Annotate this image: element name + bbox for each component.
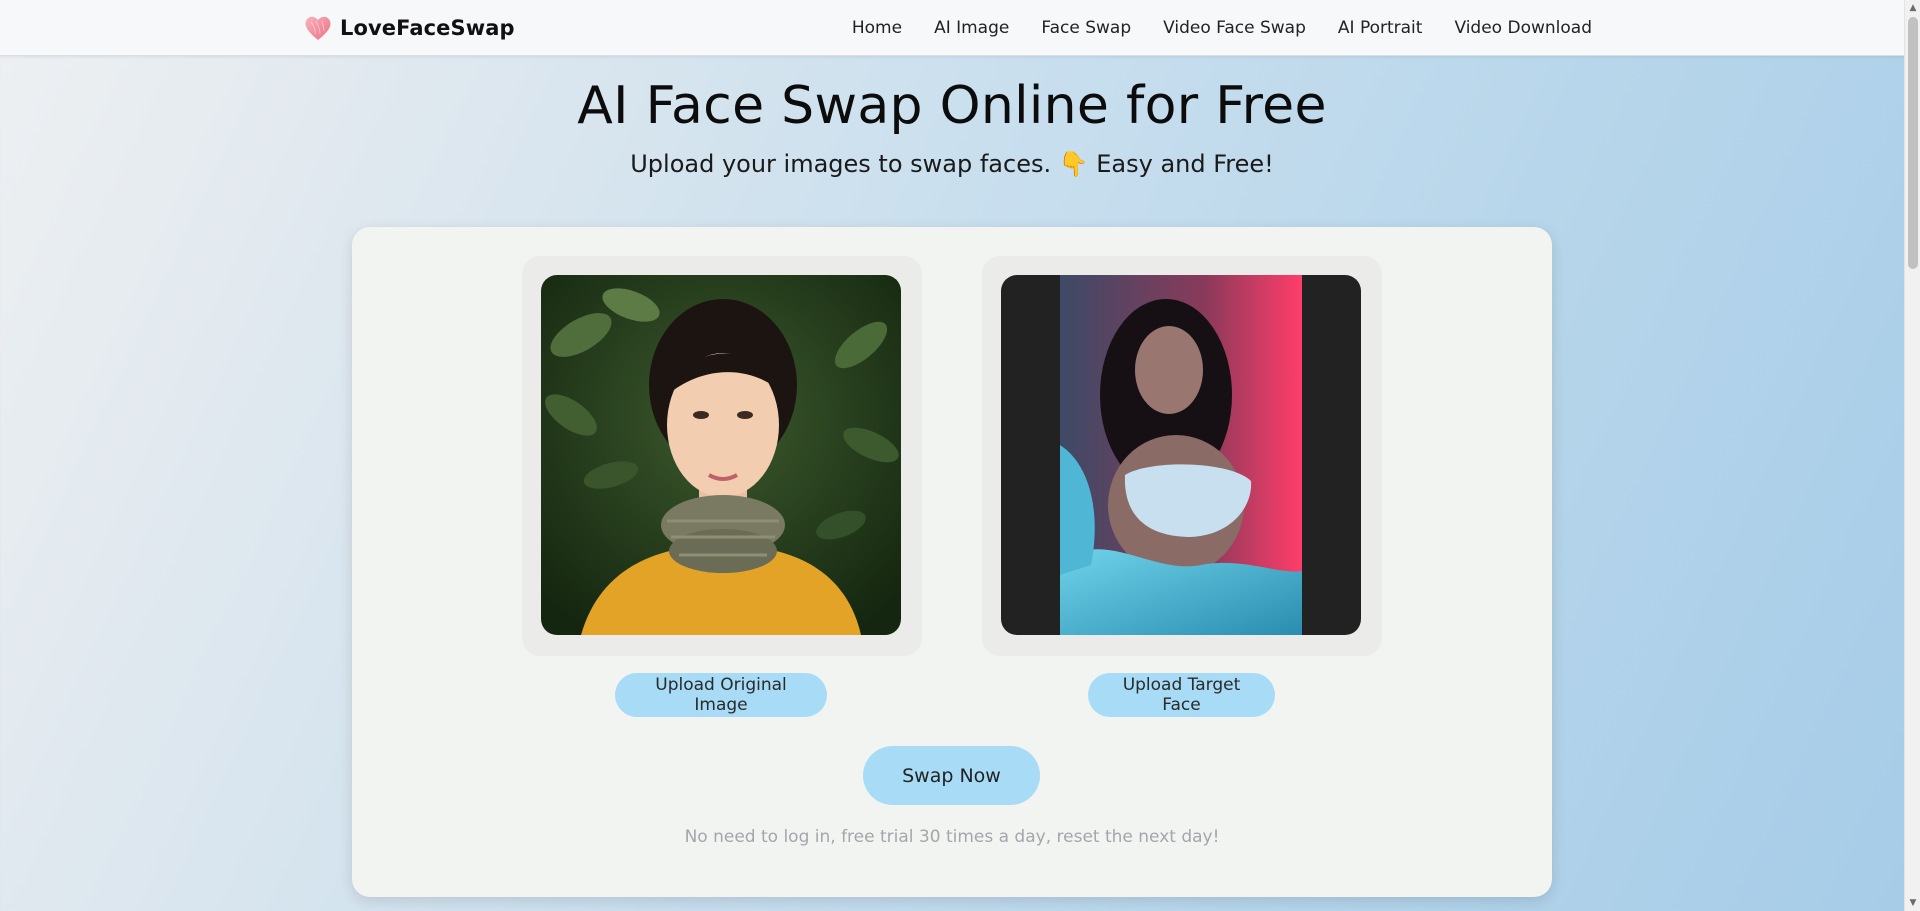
free-trial-note: No need to log in, free trial 30 times a… xyxy=(684,827,1220,847)
vertical-scrollbar[interactable]: ▲ ▼ xyxy=(1904,0,1920,911)
nav-face-swap[interactable]: Face Swap xyxy=(1041,18,1131,38)
scroll-down-arrow-icon[interactable]: ▼ xyxy=(1905,895,1920,911)
nav-video-face-swap[interactable]: Video Face Swap xyxy=(1163,18,1306,38)
original-image-preview xyxy=(541,275,901,635)
upload-original-image-button[interactable]: Upload Original Image xyxy=(615,673,827,717)
target-face-slot[interactable] xyxy=(982,256,1382,656)
page-subtitle: Upload your images to swap faces. 👇 Easy… xyxy=(630,150,1274,178)
nav-video-download[interactable]: Video Download xyxy=(1454,18,1592,38)
brand-logo-link[interactable]: LoveFaceSwap xyxy=(302,12,515,44)
scroll-up-arrow-icon[interactable]: ▲ xyxy=(1905,0,1920,16)
original-image-slot[interactable] xyxy=(522,256,922,656)
page-title: AI Face Swap Online for Free xyxy=(577,76,1327,136)
nav-ai-portrait[interactable]: AI Portrait xyxy=(1338,18,1423,38)
top-navbar: LoveFaceSwap Home AI Image Face Swap Vid… xyxy=(0,0,1904,56)
target-photo xyxy=(1001,275,1361,635)
brand-name: LoveFaceSwap xyxy=(340,16,515,40)
nav-ai-image[interactable]: AI Image xyxy=(934,18,1009,38)
upload-target-face-button[interactable]: Upload Target Face xyxy=(1088,673,1275,717)
scroll-thumb[interactable] xyxy=(1908,17,1918,269)
heart-icon xyxy=(305,16,331,40)
swap-now-button[interactable]: Swap Now xyxy=(863,746,1040,805)
face-swap-card: Upload Original Image Upload Target Face… xyxy=(352,227,1552,897)
nav-home[interactable]: Home xyxy=(852,18,902,38)
portrait-photo xyxy=(541,275,901,635)
target-face-preview xyxy=(1001,275,1361,635)
main-nav: Home AI Image Face Swap Video Face Swap … xyxy=(852,0,1592,56)
